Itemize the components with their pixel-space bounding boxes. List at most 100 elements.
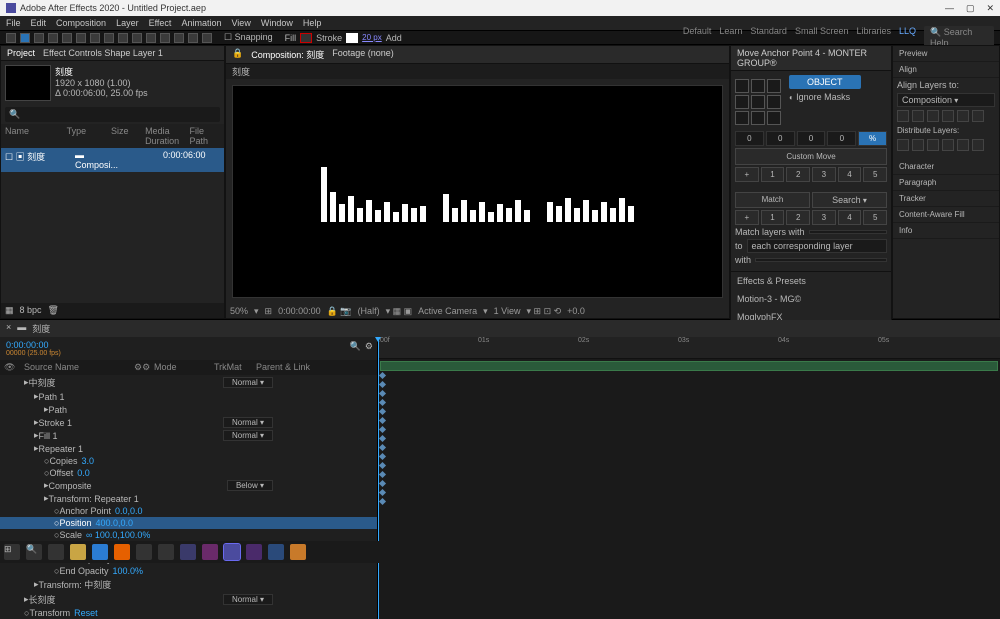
paragraph-panel[interactable]: Paragraph <box>893 175 999 191</box>
align-icon[interactable] <box>897 139 909 151</box>
align-icon[interactable] <box>942 110 954 122</box>
align-icon[interactable] <box>912 110 924 122</box>
comp-breadcrumb[interactable]: 刻度 <box>226 64 729 79</box>
clone-tool[interactable] <box>160 33 170 43</box>
preset-button-1[interactable]: 1 <box>761 167 785 182</box>
menu-effect[interactable]: Effect <box>149 18 172 28</box>
property-row[interactable]: ○ Anchor Point0.0,0.0 <box>0 505 377 517</box>
hand-tool[interactable] <box>34 33 44 43</box>
fill-swatch[interactable] <box>300 33 312 43</box>
shape-tool[interactable] <box>104 33 114 43</box>
preset-button-4[interactable]: 4 <box>838 210 862 225</box>
stroke-label[interactable]: Stroke <box>316 33 342 43</box>
menu-composition[interactable]: Composition <box>56 18 106 28</box>
ignore-masks-toggle[interactable]: ◐ Ignore Masks <box>789 92 887 102</box>
timeline-ruler[interactable]: :00f01s02s03s04s05s <box>378 337 1000 359</box>
add-label[interactable]: Add <box>386 33 402 43</box>
project-tab[interactable]: Project <box>7 48 35 58</box>
align-icon[interactable] <box>927 110 939 122</box>
view-dropdown[interactable]: 1 View <box>494 306 521 316</box>
media-encoder-icon[interactable] <box>246 544 262 560</box>
firefox-icon[interactable] <box>114 544 130 560</box>
property-row[interactable]: ▸ Repeater 1 <box>0 442 377 455</box>
layer-bar[interactable] <box>380 361 998 371</box>
text-tool[interactable] <box>132 33 142 43</box>
anchor-cell-3[interactable] <box>735 95 749 109</box>
comp-thumbnail[interactable] <box>5 65 51 101</box>
project-search[interactable]: 🔍 <box>5 107 220 122</box>
menu-animation[interactable]: Animation <box>181 18 221 28</box>
close-button[interactable]: ✕ <box>986 3 994 14</box>
photoshop-icon[interactable] <box>268 544 284 560</box>
zoom-dropdown[interactable]: 50% <box>230 306 248 316</box>
property-row[interactable]: ○ Offset0.0 <box>0 467 377 479</box>
offset-value[interactable]: 0 <box>827 131 856 146</box>
delete-icon[interactable]: 🗑 <box>48 305 59 316</box>
playhead[interactable] <box>378 337 379 619</box>
property-row[interactable]: ○ End Opacity100.0% <box>0 565 377 577</box>
exposure[interactable]: +0.0 <box>567 306 585 316</box>
col-path[interactable]: File Path <box>189 126 220 146</box>
col-name[interactable]: Name <box>5 126 57 146</box>
illustrator-icon[interactable] <box>290 544 306 560</box>
align-icon[interactable] <box>972 139 984 151</box>
col-type[interactable]: Type <box>67 126 101 146</box>
preset-button-1[interactable]: 1 <box>761 210 785 225</box>
anchor-cell-1[interactable] <box>751 79 765 93</box>
footage-tab[interactable]: Footage (none) <box>332 48 394 61</box>
match-layers-input[interactable] <box>809 230 887 234</box>
roto-tool[interactable] <box>188 33 198 43</box>
object-button[interactable]: OBJECT <box>789 75 861 89</box>
property-row[interactable]: ▸ Path 1 <box>0 390 377 403</box>
anchor-grid[interactable] <box>735 79 781 125</box>
align-icon[interactable] <box>927 139 939 151</box>
select-tool[interactable] <box>20 33 30 43</box>
align-icon[interactable] <box>942 139 954 151</box>
timeline-tab[interactable]: 刻度 <box>32 322 50 335</box>
property-row[interactable]: ▸ Transform: 中刻度 <box>0 577 377 592</box>
zoom-tool[interactable] <box>48 33 58 43</box>
preset-button-2[interactable]: 2 <box>786 210 810 225</box>
menu-help[interactable]: Help <box>303 18 322 28</box>
anchor-cell-0[interactable] <box>735 79 749 93</box>
preset-button-+[interactable]: + <box>735 210 759 225</box>
brush-tool[interactable] <box>146 33 156 43</box>
chrome-icon[interactable] <box>136 544 152 560</box>
col-dur[interactable]: Media Duration <box>145 126 179 146</box>
lock-icon[interactable]: 🔒 <box>232 48 243 61</box>
motion3-item[interactable]: Motion-3 - MG© <box>731 290 891 308</box>
puppet-tool[interactable] <box>202 33 212 43</box>
align-icon[interactable] <box>897 110 909 122</box>
pen-tool[interactable] <box>118 33 128 43</box>
eraser-tool[interactable] <box>174 33 184 43</box>
preset-button-4[interactable]: 4 <box>838 167 862 182</box>
fill-label[interactable]: Fill <box>285 33 297 43</box>
property-row[interactable]: ▸ 中刻度Normal ▾ <box>0 375 377 390</box>
align-icon[interactable] <box>957 139 969 151</box>
viewport[interactable] <box>232 85 723 298</box>
interpret-icon[interactable]: ▦ <box>5 305 14 316</box>
anchor-cell-2[interactable] <box>767 79 781 93</box>
content-aware-fill-panel[interactable]: Content-Aware Fill <box>893 207 999 223</box>
align-icon[interactable] <box>957 110 969 122</box>
col-size[interactable]: Size <box>111 126 135 146</box>
percent-button[interactable]: % <box>858 131 887 146</box>
property-row[interactable]: ○ Copies3.0 <box>0 455 377 467</box>
preview-panel[interactable]: Preview <box>893 46 999 62</box>
stroke-width[interactable]: 20 px <box>362 33 382 42</box>
current-time[interactable]: 0:00:00:00 <box>6 340 61 350</box>
premiere-icon[interactable] <box>202 544 218 560</box>
tracker-panel[interactable]: Tracker <box>893 191 999 207</box>
davinci-icon[interactable] <box>158 544 174 560</box>
property-row[interactable]: ▸ Stroke 1Normal ▾ <box>0 416 377 429</box>
preset-button-3[interactable]: 3 <box>812 210 836 225</box>
info-panel[interactable]: Info <box>893 223 999 239</box>
align-icon[interactable] <box>912 139 924 151</box>
effect-controls-tab[interactable]: Effect Controls Shape Layer 1 <box>43 48 163 58</box>
property-row[interactable]: ▸ CompositeBelow ▾ <box>0 479 377 492</box>
preset-button-5[interactable]: 5 <box>863 167 887 182</box>
task-view-icon[interactable] <box>48 544 64 560</box>
anchor-cell-6[interactable] <box>735 111 749 125</box>
maximize-button[interactable]: ▢ <box>966 3 975 14</box>
property-row[interactable]: ▸ Path <box>0 403 377 416</box>
